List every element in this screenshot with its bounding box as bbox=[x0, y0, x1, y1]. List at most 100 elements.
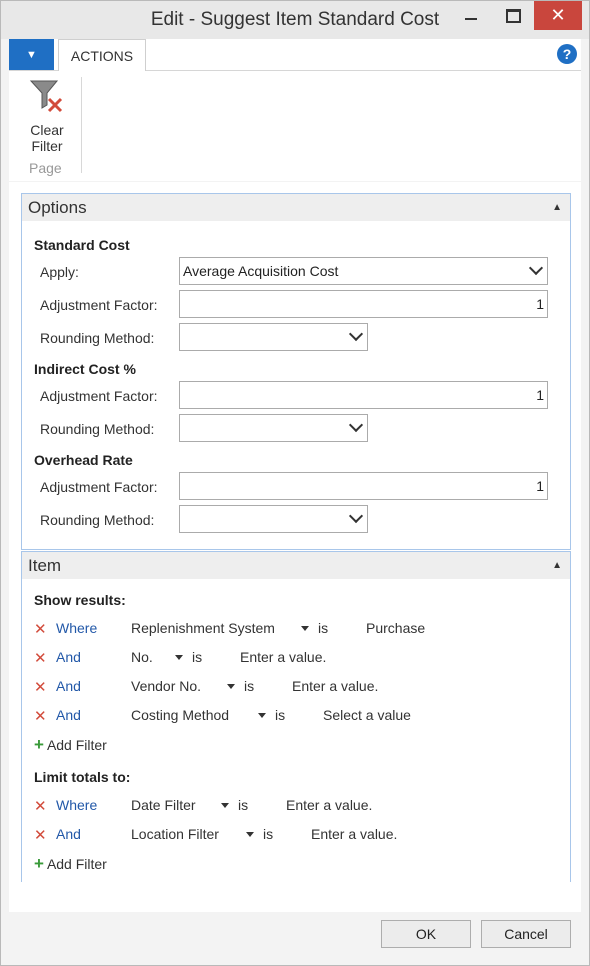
remove-filter-icon[interactable]: ✕ bbox=[34, 826, 47, 844]
filter-operator-link[interactable]: And bbox=[56, 826, 81, 842]
filter-is: is bbox=[244, 678, 255, 694]
remove-filter-icon[interactable]: ✕ bbox=[34, 797, 47, 815]
field-dropdown-icon[interactable] bbox=[227, 684, 235, 689]
close-icon: ✕ bbox=[550, 5, 566, 25]
filter-row: ✕ And Vendor No. is Enter a value. bbox=[34, 678, 554, 698]
ovh-rounding-method-select[interactable] bbox=[179, 505, 368, 533]
filter-row: ✕ And No. is Enter a value. bbox=[34, 649, 554, 669]
title-bar: Edit - Suggest Item Standard Cost ✕ bbox=[1, 1, 589, 39]
filter-operator-link[interactable]: And bbox=[56, 649, 81, 665]
filter-field[interactable]: Date Filter bbox=[131, 797, 196, 813]
field-dropdown-icon[interactable] bbox=[246, 832, 254, 837]
apply-value: Average Acquisition Cost bbox=[183, 263, 339, 279]
ovh-adjustment-factor-input[interactable]: 1 bbox=[179, 472, 548, 500]
field-dropdown-icon[interactable] bbox=[221, 803, 229, 808]
filter-value[interactable]: Enter a value. bbox=[286, 797, 372, 813]
close-button[interactable]: ✕ bbox=[534, 1, 582, 30]
ind-adjustment-factor-label: Adjustment Factor: bbox=[40, 388, 158, 404]
filter-operator-link[interactable]: Where bbox=[56, 620, 97, 636]
std-rounding-method-label: Rounding Method: bbox=[40, 330, 155, 346]
options-header[interactable]: Options ▲ bbox=[22, 194, 570, 221]
indirect-cost-title: Indirect Cost % bbox=[34, 361, 136, 377]
limit-totals-title: Limit totals to: bbox=[34, 769, 131, 785]
apply-label: Apply: bbox=[40, 264, 79, 280]
ok-button[interactable]: OK bbox=[381, 920, 471, 948]
app-menu-button[interactable]: ▼ bbox=[9, 39, 54, 70]
filter-operator-link[interactable]: And bbox=[56, 707, 81, 723]
ind-rounding-method-label: Rounding Method: bbox=[40, 421, 155, 437]
show-results-title: Show results: bbox=[34, 592, 126, 608]
clear-filter-icon bbox=[29, 80, 63, 113]
filter-field[interactable]: Vendor No. bbox=[131, 678, 201, 694]
filter-value[interactable]: Enter a value. bbox=[292, 678, 378, 694]
std-adjustment-factor-label: Adjustment Factor: bbox=[40, 297, 158, 313]
filter-row: ✕ Where Date Filter is Enter a value. bbox=[34, 797, 554, 817]
filter-field[interactable]: Location Filter bbox=[131, 826, 219, 842]
ribbon-group-page: Page bbox=[29, 160, 62, 176]
filter-operator-link[interactable]: Where bbox=[56, 797, 97, 813]
ovh-rounding-method-label: Rounding Method: bbox=[40, 512, 155, 528]
collapse-icon[interactable]: ▲ bbox=[552, 560, 562, 571]
add-filter-button[interactable]: + Add Filter bbox=[34, 735, 107, 755]
item-header[interactable]: Item ▲ bbox=[22, 552, 570, 579]
item-fasttab: Item ▲ Show results: ✕ Where Replenishme… bbox=[21, 551, 571, 882]
cancel-button[interactable]: Cancel bbox=[481, 920, 571, 948]
remove-filter-icon[interactable]: ✕ bbox=[34, 678, 47, 696]
ovh-adjustment-factor-label: Adjustment Factor: bbox=[40, 479, 158, 495]
ribbon-divider bbox=[81, 77, 82, 173]
ind-adjustment-factor-value: 1 bbox=[536, 387, 544, 403]
std-adjustment-factor-input[interactable]: 1 bbox=[179, 290, 548, 318]
std-adjustment-factor-value: 1 bbox=[536, 296, 544, 312]
clear-filter-label: Clear Filter bbox=[30, 122, 64, 154]
clear-filter-button[interactable]: Clear Filter bbox=[21, 77, 73, 154]
minimize-icon bbox=[465, 17, 477, 20]
filter-is: is bbox=[238, 797, 249, 813]
add-filter-button[interactable]: + Add Filter bbox=[34, 854, 107, 874]
ovh-adjustment-factor-value: 1 bbox=[536, 478, 544, 494]
chevron-down-icon: ▼ bbox=[26, 48, 37, 61]
field-dropdown-icon[interactable] bbox=[175, 655, 183, 660]
std-rounding-method-select[interactable] bbox=[179, 323, 368, 351]
filter-value[interactable]: Enter a value. bbox=[311, 826, 397, 842]
filter-is: is bbox=[275, 707, 286, 723]
filter-row: ✕ Where Replenishment System is Purchase bbox=[34, 620, 554, 640]
add-filter-label: Add Filter bbox=[46, 856, 107, 872]
filter-row: ✕ And Costing Method is Select a value bbox=[34, 707, 554, 727]
collapse-icon[interactable]: ▲ bbox=[552, 202, 562, 213]
filter-value[interactable]: Purchase bbox=[366, 620, 425, 636]
filter-value[interactable]: Select a value bbox=[323, 707, 411, 723]
filter-operator-link[interactable]: And bbox=[56, 678, 81, 694]
chevron-down-icon bbox=[528, 260, 544, 276]
item-title: Item bbox=[28, 555, 62, 575]
standard-cost-title: Standard Cost bbox=[34, 237, 130, 253]
filter-field[interactable]: No. bbox=[131, 649, 153, 665]
ind-adjustment-factor-input[interactable]: 1 bbox=[179, 381, 548, 409]
filter-field[interactable]: Replenishment System bbox=[131, 620, 275, 636]
field-dropdown-icon[interactable] bbox=[301, 626, 309, 631]
maximize-icon bbox=[505, 8, 521, 23]
field-dropdown-icon[interactable] bbox=[258, 713, 266, 718]
add-filter-icon: + bbox=[34, 854, 44, 873]
ind-rounding-method-select[interactable] bbox=[179, 414, 368, 442]
chevron-down-icon bbox=[348, 417, 364, 433]
apply-select[interactable]: Average Acquisition Cost bbox=[179, 257, 548, 285]
filter-is: is bbox=[263, 826, 274, 842]
minimize-button[interactable] bbox=[451, 1, 491, 30]
help-icon[interactable]: ? bbox=[557, 44, 577, 64]
remove-filter-icon[interactable]: ✕ bbox=[34, 649, 47, 667]
filter-is: is bbox=[318, 620, 329, 636]
page-content: Options ▲ Standard Cost Apply: Average A… bbox=[9, 182, 581, 912]
add-filter-icon: + bbox=[34, 735, 44, 754]
filter-row: ✕ And Location Filter is Enter a value. bbox=[34, 826, 554, 846]
filter-field[interactable]: Costing Method bbox=[131, 707, 229, 723]
filter-is: is bbox=[192, 649, 203, 665]
filter-value[interactable]: Enter a value. bbox=[240, 649, 326, 665]
remove-filter-icon[interactable]: ✕ bbox=[34, 620, 47, 638]
maximize-button[interactable] bbox=[493, 1, 533, 30]
tab-actions[interactable]: ACTIONS bbox=[58, 39, 146, 71]
chevron-down-icon bbox=[348, 326, 364, 342]
remove-filter-icon[interactable]: ✕ bbox=[34, 707, 47, 725]
overhead-rate-title: Overhead Rate bbox=[34, 452, 133, 468]
add-filter-label: Add Filter bbox=[46, 737, 107, 753]
ribbon: Clear Filter Page bbox=[9, 71, 581, 181]
